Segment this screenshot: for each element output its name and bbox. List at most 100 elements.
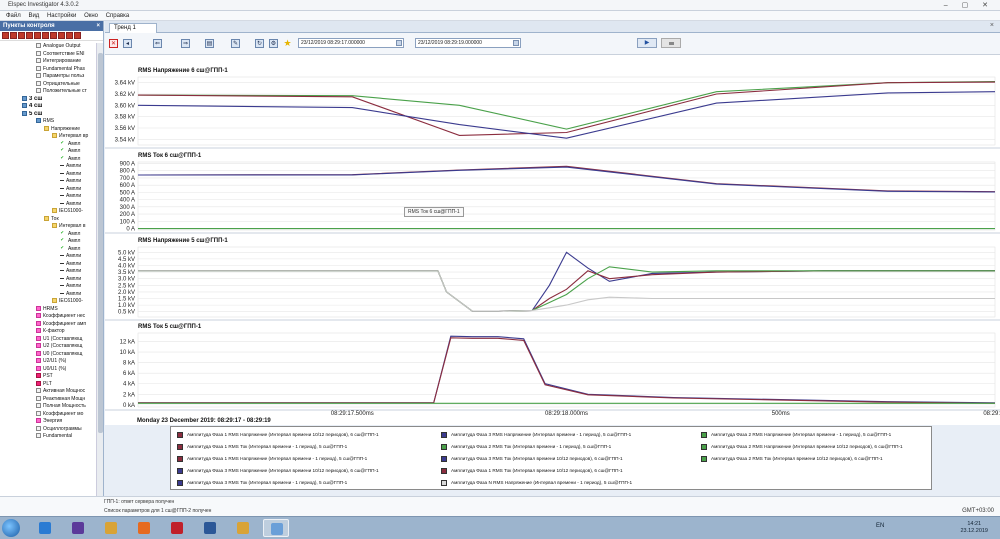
legend-item[interactable]: Амплитуда Фаза 3 RMS Ток (Интервал време… (441, 454, 623, 463)
import-icon[interactable]: ⇐ (153, 39, 162, 48)
tree-item[interactable]: Параметры польз (0, 73, 96, 81)
close-tab-icon[interactable]: × (990, 22, 994, 29)
legend-item[interactable]: Амплитуда Фаза 2 RMS Ток (Интервал време… (701, 454, 883, 463)
tree-item[interactable]: U2/U1 (%) (0, 358, 96, 366)
panel-tool-icon[interactable] (58, 32, 65, 39)
layout-icon[interactable]: ▤ (205, 39, 214, 48)
tools-icon[interactable]: ✎ (231, 39, 240, 48)
panel-tool-icon[interactable] (42, 32, 49, 39)
export-icon[interactable]: ⇒ (181, 39, 190, 48)
tree-item[interactable]: ✓ Ампл (0, 238, 96, 246)
settings-icon[interactable]: ⚙ (269, 39, 278, 48)
tree-item[interactable]: Ампли (0, 201, 96, 209)
tree-item[interactable]: Ампли (0, 268, 96, 276)
tree-item[interactable]: Ампли (0, 193, 96, 201)
tree-item[interactable]: Ток (0, 216, 96, 224)
panel-tool-icon[interactable] (2, 32, 9, 39)
tree-item[interactable]: Отрицательные (0, 81, 96, 89)
menu-window[interactable]: Окно (84, 11, 98, 21)
tree-item[interactable]: ✓ Ампл (0, 141, 96, 149)
tree-item[interactable]: Соответствие ENI (0, 51, 96, 59)
paint-icon[interactable] (230, 519, 256, 537)
tree-item[interactable]: К-фактор (0, 328, 96, 336)
tab-trend-1[interactable]: Тренд 1 (109, 23, 157, 33)
folder-icon[interactable] (98, 519, 124, 537)
tree-item[interactable]: U0/U1 (%) (0, 366, 96, 374)
tree-item[interactable]: U2 (Составляющ (0, 343, 96, 351)
tree-item[interactable]: PST (0, 373, 96, 381)
clock[interactable]: 14:21 23.12.2019 (960, 521, 988, 535)
tree-item[interactable]: Коэффициент мо (0, 411, 96, 419)
legend-item[interactable]: Амплитуда Фаза 1 RMS Ток (Интервал време… (441, 466, 623, 475)
panel-tool-icon[interactable] (34, 32, 41, 39)
tree-item[interactable]: PLT (0, 381, 96, 389)
tree-item[interactable]: Интервал вр (0, 133, 96, 141)
tree-item[interactable]: RMS (0, 118, 96, 126)
tree-item[interactable]: Напряжение (0, 126, 96, 134)
tree-item[interactable]: Реактивная Мощн (0, 396, 96, 404)
tree-item[interactable]: Активная Мощнос (0, 388, 96, 396)
tree-item[interactable]: Ампли (0, 276, 96, 284)
legend-item[interactable]: Амплитуда Фаза 2 RMS Напряжение (Интерва… (701, 442, 903, 451)
tree-item[interactable]: 5 сш (0, 110, 96, 119)
menu-file[interactable]: Файл (6, 11, 21, 21)
start-button-icon[interactable] (2, 519, 20, 537)
calendar-icon[interactable] (513, 40, 519, 46)
tree-item[interactable]: Ампли (0, 261, 96, 269)
save-icon[interactable] (65, 519, 91, 537)
tree-item[interactable]: IEC61000- (0, 298, 96, 306)
tree-item[interactable]: U1 (Составляющ (0, 336, 96, 344)
tree-item[interactable]: Ампли (0, 171, 96, 179)
magnifier-icon[interactable] (263, 519, 289, 537)
tree-item[interactable]: Fundamental Phas (0, 66, 96, 74)
stop-button[interactable] (661, 38, 681, 48)
legend-item[interactable]: Амплитуда Фаза 2 RMS Напряжение (Интерва… (701, 430, 891, 439)
legend-item[interactable]: Амплитуда Фаза N RMS Напряжение (Интерва… (441, 478, 632, 487)
tree-item[interactable]: Интегрирование (0, 58, 96, 66)
tree-scrollbar[interactable] (96, 43, 103, 502)
tree-item[interactable]: ✓ Ампл (0, 231, 96, 239)
tree-item[interactable]: Ампли (0, 186, 96, 194)
tree-item[interactable]: Ампли (0, 283, 96, 291)
menu-view[interactable]: Вид (28, 11, 39, 21)
panel-tool-icon[interactable] (74, 32, 81, 39)
tree-item[interactable]: Ампли (0, 178, 96, 186)
legend-item[interactable]: Амплитуда Фаза 3 RMS Напряжение (Интерва… (177, 466, 379, 475)
pdf-icon[interactable] (164, 519, 190, 537)
tree-item[interactable]: Полная Мощность (0, 403, 96, 411)
legend-item[interactable]: Амплитуда Фаза 1 RMS Ток (Интервал време… (177, 442, 347, 451)
tree-item[interactable]: HRMS (0, 306, 96, 314)
menu-help[interactable]: Справка (106, 11, 130, 21)
end-time-field[interactable]: 23/12/2019 08:29:19.000000 (415, 38, 521, 48)
language-indicator[interactable]: EN (876, 523, 884, 529)
scroll-thumb[interactable] (98, 53, 103, 433)
tree-item[interactable]: Ампли (0, 253, 96, 261)
start-time-field[interactable]: 23/12/2019 08:29:17.000000 (298, 38, 404, 48)
panel-tool-icon[interactable] (10, 32, 17, 39)
trend-charts-area[interactable]: RMS Напряжение 6 сш@ГПП-1 3.64 kV 3.62 kV 3… (105, 55, 1000, 425)
panel-tool-icon[interactable] (26, 32, 33, 39)
word-icon[interactable] (197, 519, 223, 537)
tree-item[interactable]: Коэффициент нес (0, 313, 96, 321)
legend-item[interactable]: Амплитуда Фаза 3 RMS Ток (Интервал време… (177, 478, 347, 487)
legend-item[interactable]: Амплитуда Фаза 1 RMS Напряжение (Интерва… (177, 430, 379, 439)
ie-icon[interactable] (32, 519, 58, 537)
arrow-left-icon[interactable]: ◂ (123, 39, 132, 48)
tree-item[interactable]: U0 (Составляющ (0, 351, 96, 359)
tree-item[interactable]: Ампли (0, 163, 96, 171)
panel-tool-icon[interactable] (50, 32, 57, 39)
window-controls[interactable]: – ▢ ✕ (944, 1, 994, 9)
tree-item[interactable]: Положительные ст (0, 88, 96, 96)
tree-item[interactable]: ✓ Ампл (0, 156, 96, 164)
tree-item[interactable]: ✓ Ампл (0, 148, 96, 156)
tree-item[interactable]: 4 сш (0, 103, 96, 111)
firefox-icon[interactable] (131, 519, 157, 537)
delete-icon[interactable]: ✕ (109, 39, 118, 48)
tree-item[interactable]: Коэффициент амп (0, 321, 96, 329)
tree-item[interactable]: IEC61000- (0, 208, 96, 216)
refresh-icon[interactable]: ↻ (255, 39, 264, 48)
tree-item[interactable]: Ампли (0, 291, 96, 299)
legend-item[interactable]: Амплитуда Фаза 3 RMS Напряжение (Интерва… (441, 430, 631, 439)
menu-settings[interactable]: Настройки (47, 11, 76, 21)
tree-item[interactable]: Осциллограммы (0, 426, 96, 434)
